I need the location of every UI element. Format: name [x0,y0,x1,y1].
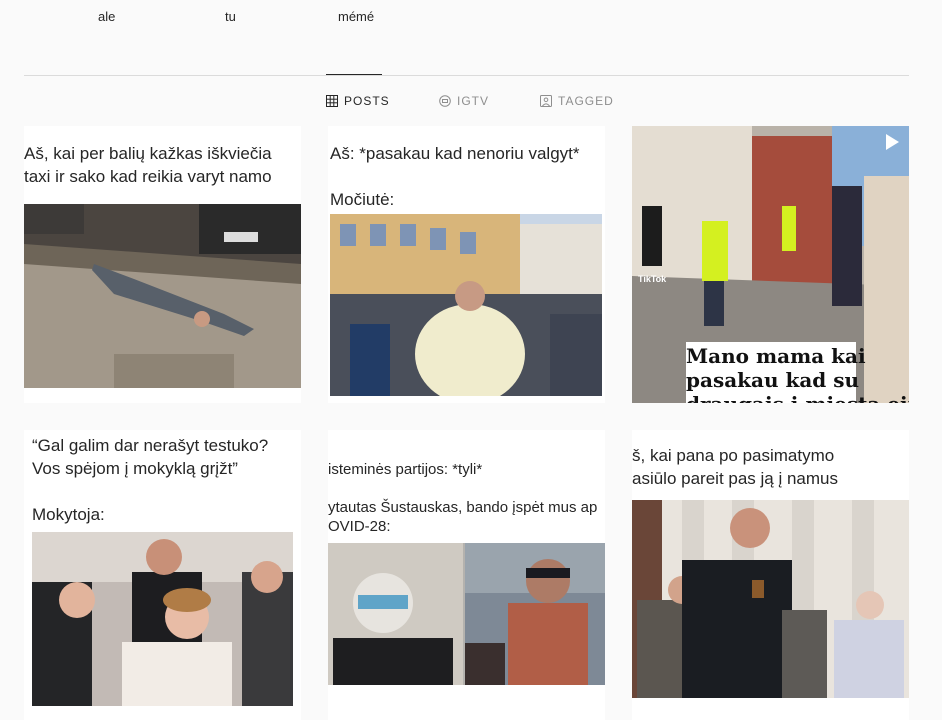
profile-name-2[interactable]: tu [225,9,236,24]
post-caption: isteminės partijos: *tyli* ytautas Šusta… [328,461,598,535]
post-caption: Aš: *pasakau kad nenoriu valgyt* Močiutė… [330,144,580,209]
post-tile-5[interactable]: isteminės partijos: *tyli* ytautas Šusta… [328,430,605,720]
post-tile-6[interactable]: š, kai pana po pasimatymo asiūlo pareit … [632,430,909,720]
profile-name-1[interactable]: ale [98,9,115,24]
grid-icon [326,95,338,107]
tiktok-watermark: TikTok [638,274,667,284]
tab-tagged[interactable]: TAGGED [540,94,614,108]
post-tile-4[interactable]: “Gal galim dar nerašyt testuko? Vos spėj… [24,430,301,720]
tab-igtv-label: IGTV [457,94,490,108]
tab-posts-label: POSTS [344,94,390,108]
post-overlay-text: Mano mama kai pasakau kad su draugais į … [686,342,909,403]
post-tile-2[interactable]: Aš: *pasakau kad nenoriu valgyt* Močiutė… [328,126,605,403]
tagged-icon [540,95,552,107]
profile-name-3[interactable]: mémé [338,9,374,24]
profile-names: ale tu mémé [0,9,942,25]
tab-igtv[interactable]: IGTV [439,94,489,108]
post-caption: š, kai pana po pasimatymo asiūlo pareit … [632,446,839,488]
profile-tabs: POSTS IGTV TAGGED [0,94,942,110]
tab-posts[interactable]: POSTS [326,94,390,108]
post-tile-1[interactable]: Aš, kai per balių kažkas iškviečia taxi … [24,126,301,403]
post-image [24,204,301,388]
post-caption: Aš, kai per balių kažkas iškviečia taxi … [24,144,272,186]
post-image [328,543,605,685]
igtv-icon [439,95,451,107]
tabs-divider [24,75,909,76]
active-tab-indicator [326,74,382,75]
post-image [330,214,602,396]
post-caption: “Gal galim dar nerašyt testuko? Vos spėj… [32,436,269,524]
post-tile-3[interactable]: TikTok Mano mama kai pasakau kad su drau… [632,126,909,403]
post-image [632,500,909,698]
video-play-icon [886,134,899,150]
post-image [32,532,293,706]
tab-tagged-label: TAGGED [558,94,614,108]
